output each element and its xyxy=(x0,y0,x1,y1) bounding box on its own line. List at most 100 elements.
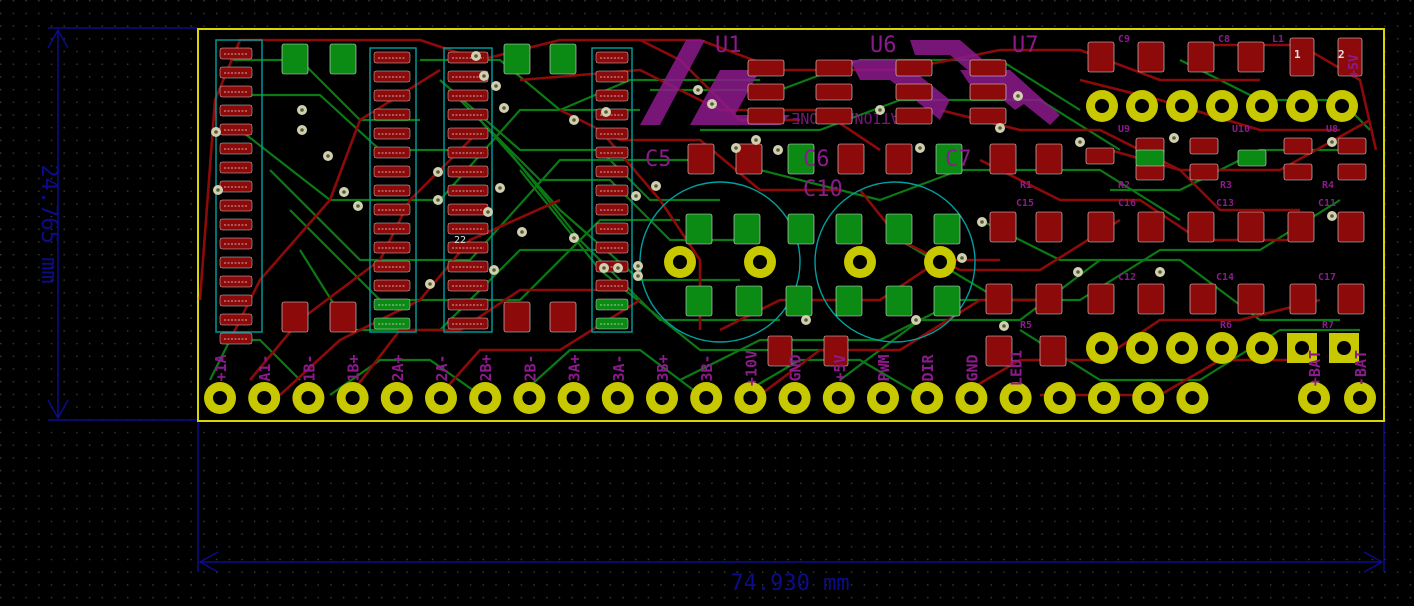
cap-pin-hole xyxy=(853,255,867,269)
smd-pad-front xyxy=(969,59,1007,77)
via-hole xyxy=(482,74,486,78)
connector-pin-hole xyxy=(699,391,714,405)
smd-pad-front xyxy=(989,143,1017,175)
header-pin-hole xyxy=(1095,99,1109,113)
via-hole xyxy=(1330,214,1334,218)
via-hole xyxy=(572,118,576,122)
ref-r4: R4 xyxy=(1322,180,1334,191)
ref-ic22: 22 xyxy=(454,235,466,246)
ic-pad xyxy=(373,317,411,330)
height-dimension-label: 24.765 mm xyxy=(36,164,61,283)
connector-pin-hole xyxy=(964,391,979,405)
smd-pad-back xyxy=(735,285,763,317)
connector-pin-hole xyxy=(1185,391,1200,405)
pin-label: 3B- xyxy=(698,354,716,381)
via-hole xyxy=(918,146,922,150)
smd-pad-front xyxy=(1039,335,1067,367)
smd-pad-front xyxy=(1289,283,1317,315)
smd-pad-back xyxy=(281,43,309,75)
connector-pin-hole xyxy=(1008,391,1023,405)
ic-pad xyxy=(447,317,489,330)
ic-pad xyxy=(373,108,411,121)
ref-c16: C16 xyxy=(1118,198,1136,209)
smd-pad-front xyxy=(549,301,577,333)
ic-pad xyxy=(219,180,253,193)
smd-pad-front xyxy=(1137,41,1165,73)
ref-r3: R3 xyxy=(1220,180,1232,191)
smd-pad-back xyxy=(503,43,531,75)
smd-pad-front xyxy=(1287,211,1315,243)
ic-pad xyxy=(219,237,253,250)
via-hole xyxy=(1172,136,1176,140)
via-hole xyxy=(1158,270,1162,274)
label-5v-top: +5V xyxy=(1347,54,1362,78)
ic-pad xyxy=(373,146,411,159)
ic-pad xyxy=(219,256,253,269)
via-hole xyxy=(486,210,490,214)
smd-pad-front xyxy=(1087,283,1115,315)
smd-pad-front xyxy=(1187,211,1215,243)
pin-label: GND xyxy=(963,354,981,381)
pin-label: DIR xyxy=(919,353,937,381)
ic-pad xyxy=(219,104,253,117)
ref-c13: C13 xyxy=(1216,198,1234,209)
smd-pad-back xyxy=(549,43,577,75)
ic-pad xyxy=(373,165,411,178)
ic-pad xyxy=(595,184,629,197)
ic-pad xyxy=(447,127,489,140)
ic-pad xyxy=(373,279,411,292)
ref-c6: C6 xyxy=(803,147,830,172)
via-hole xyxy=(980,220,984,224)
smd-pad-front xyxy=(837,143,865,175)
ic-pad xyxy=(373,184,411,197)
pin-label: 1B+ xyxy=(345,354,363,381)
ic-pad xyxy=(219,294,253,307)
connector-pin-hole xyxy=(301,391,316,405)
via-hole xyxy=(436,198,440,202)
via-hole xyxy=(494,84,498,88)
smd-pad-front xyxy=(329,301,357,333)
smd-pad-front xyxy=(1337,137,1367,155)
via-hole xyxy=(520,230,524,234)
via-hole xyxy=(998,126,1002,130)
ref-c8: C8 xyxy=(1218,34,1230,45)
pcb-viewer[interactable]: 24.765 mm 74.930 mm NATIONAL TONE U1 U6 … xyxy=(0,0,1414,606)
ic-pad xyxy=(595,279,629,292)
smd-pad-front xyxy=(1035,211,1063,243)
smd-pad-back xyxy=(933,285,961,317)
smd-pad-front xyxy=(1237,283,1265,315)
ic-pad xyxy=(447,298,489,311)
smd-pad-back xyxy=(685,285,713,317)
pcb-canvas[interactable]: 24.765 mm 74.930 mm NATIONAL TONE U1 U6 … xyxy=(0,0,1414,606)
ic-pad xyxy=(447,165,489,178)
via-hole xyxy=(342,190,346,194)
via-hole xyxy=(654,184,658,188)
via-hole xyxy=(1076,270,1080,274)
ic-pad xyxy=(447,279,489,292)
ic-pad xyxy=(373,89,411,102)
smd-pad-front xyxy=(815,83,853,101)
cap-pin-hole xyxy=(673,255,687,269)
via-hole xyxy=(960,256,964,260)
ref-r2: R2 xyxy=(1118,180,1130,191)
via-hole xyxy=(214,130,218,134)
smd-pad-front xyxy=(1337,211,1365,243)
ic-pad xyxy=(447,260,489,273)
via-hole xyxy=(474,54,478,58)
via-hole xyxy=(300,108,304,112)
header-pin-hole xyxy=(1095,341,1109,355)
via-hole xyxy=(300,128,304,132)
ic-pad xyxy=(595,108,629,121)
header-pin-hole xyxy=(1215,99,1229,113)
via-hole xyxy=(216,188,220,192)
smd-pad-front xyxy=(747,107,785,125)
connector-pin-hole xyxy=(831,391,846,405)
ref-c7: C7 xyxy=(945,147,972,172)
header-pin-hole xyxy=(1135,99,1149,113)
ic-pad xyxy=(373,203,411,216)
header-pin-hole xyxy=(1255,99,1269,113)
pin-label: A1- xyxy=(256,354,274,381)
smd-pad-front xyxy=(1283,163,1313,181)
via-hole xyxy=(754,138,758,142)
pin-label: -BAT xyxy=(1352,350,1370,386)
